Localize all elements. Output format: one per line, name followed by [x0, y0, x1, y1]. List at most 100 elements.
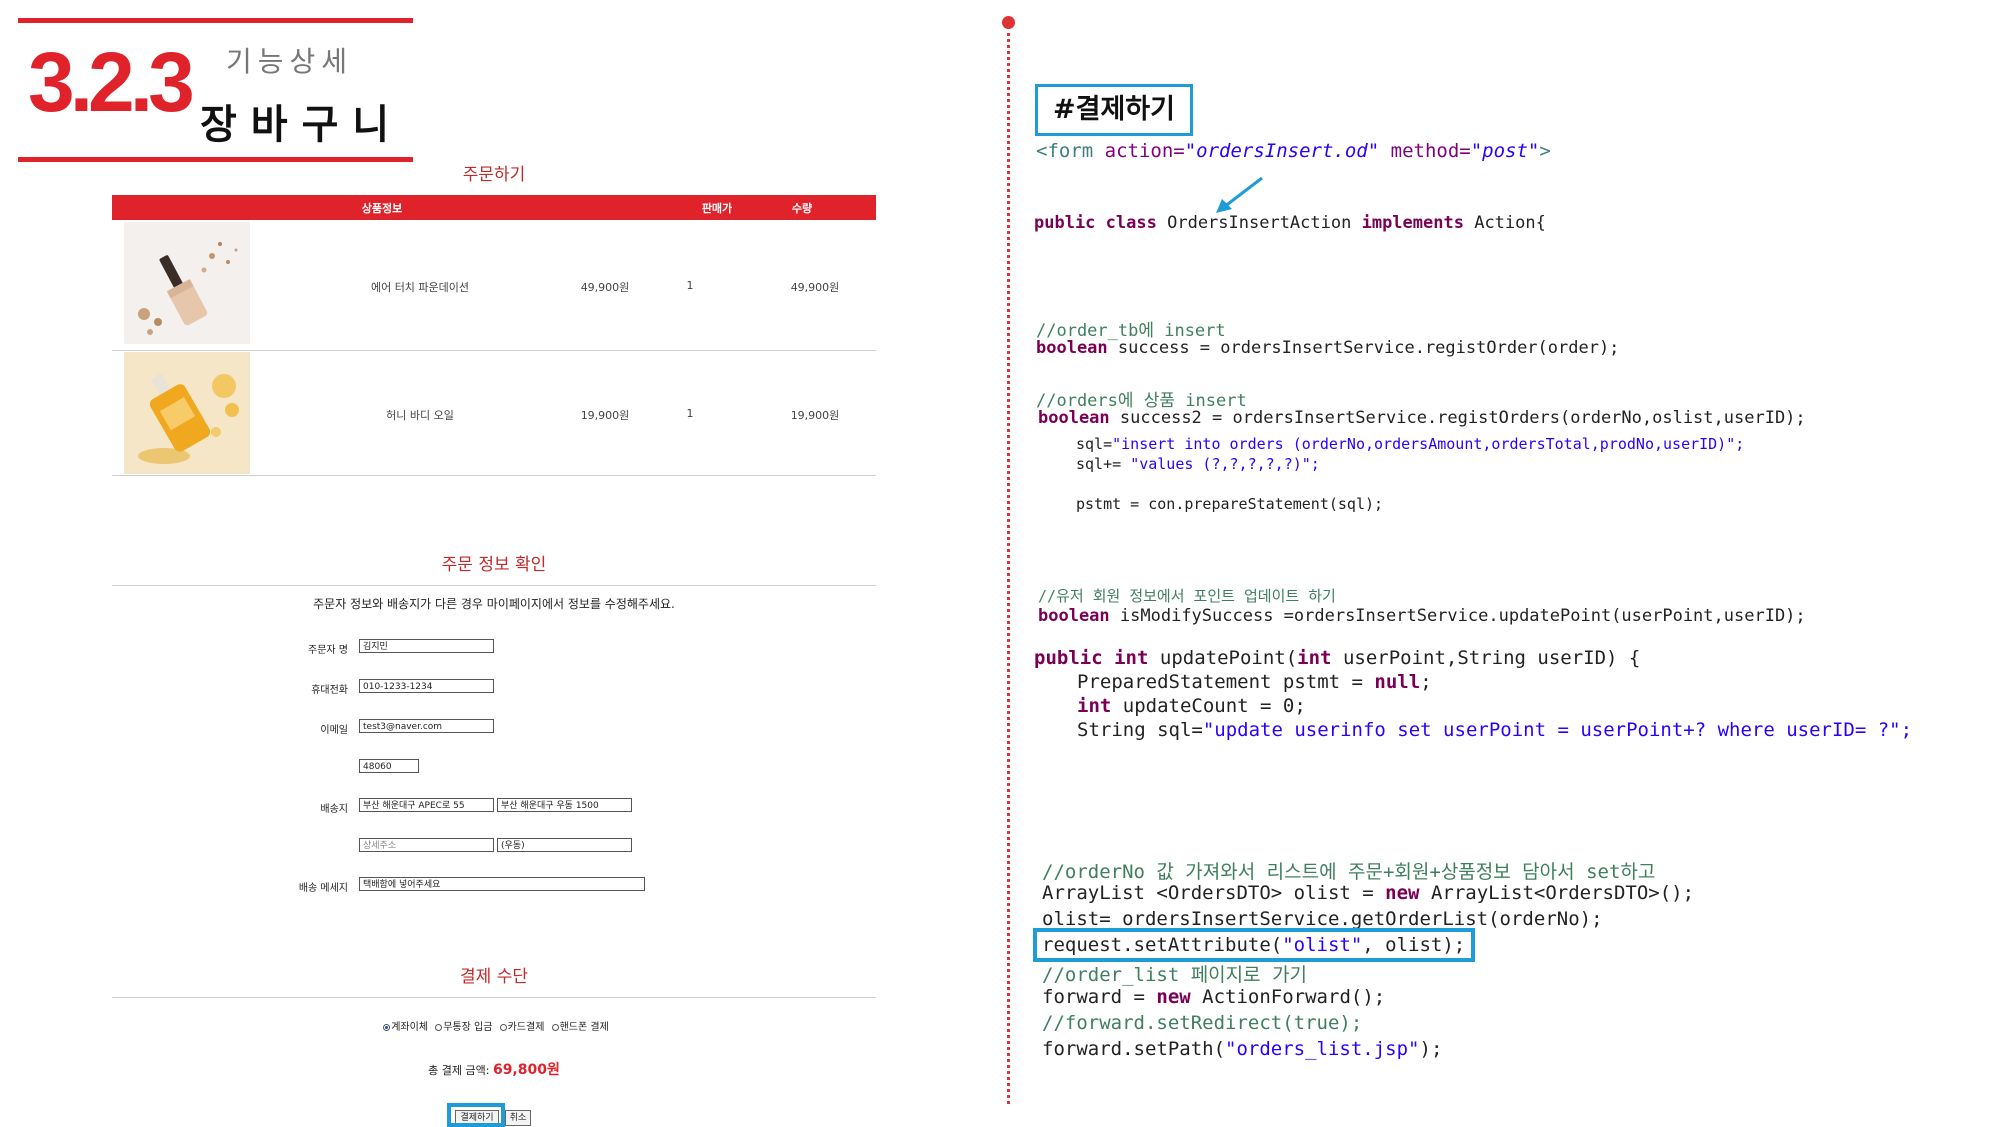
section-title: 장바구니 [200, 102, 404, 148]
code-token: int [1297, 647, 1332, 669]
code-token: boolean [1038, 408, 1110, 428]
cart-item-price: 19,900원 [580, 409, 630, 422]
code-token: int [1114, 647, 1149, 669]
code-comment: //유저 회원 정보에서 포인트 업데이트 하기 [1038, 587, 1336, 605]
col-total: 결제 금액 [904, 202, 950, 215]
cart-item-name: 에어 터치 파운데이션 [370, 281, 470, 294]
info-divider [112, 585, 876, 586]
code-line: sql+= "values (?,?,?,?,?)"; [1076, 455, 1320, 473]
code-token: boolean [1036, 338, 1108, 358]
code-line: forward = new ActionForward(); [1042, 986, 1385, 1008]
code-line: String sql="update userinfo set userPoin… [1077, 719, 1912, 741]
body-oil-bottle-image [124, 352, 250, 474]
code-token: class [1105, 213, 1157, 233]
total-label: 총 결제 금액: [428, 1064, 490, 1077]
section-number: 3.2.3 [28, 35, 195, 129]
code-token: ArrayList<OrdersDTO>(); [1430, 882, 1695, 904]
code-token: "ordersInsert.od" [1184, 140, 1380, 162]
code-token: updatePoint( [1159, 647, 1298, 669]
cart-table-header: 상품정보 판매가 수량 결제 금액 [112, 195, 949, 220]
orderer-name-input[interactable]: 김지민 [359, 639, 494, 653]
code-token: OrdersInsertAction [1167, 213, 1352, 233]
code-token: "insert into orders (orderNo,ordersAmoun… [1112, 435, 1745, 453]
cart-item-name: 허니 바디 오일 [386, 409, 454, 422]
address1-input[interactable]: 부산 해운대구 APEC로 55 [359, 798, 494, 812]
email-label: 이메일 [320, 725, 348, 736]
code-line: boolean success2 = ordersInsertService.r… [1038, 408, 1806, 428]
code-line: ArrayList <OrdersDTO> olist = new ArrayL… [1042, 882, 1694, 904]
code-line: pstmt = con.prepareStatement(sql); [1076, 495, 1384, 513]
order-info-notice: 주문자 정보와 배송지가 다른 경우 마이페이지에서 정보를 수정해주세요. [313, 597, 675, 611]
code-line: sql="insert into orders (orderNo,ordersA… [1076, 435, 1744, 453]
cart-item-total: 19,900원 [790, 409, 840, 422]
foundation-bottle-image [124, 222, 250, 344]
code-token: "update userinfo set userPoint = userPoi… [1202, 719, 1913, 741]
delivery-message-label: 배송 메세지 [298, 883, 348, 894]
section-subtitle: 기능상세 [226, 45, 354, 78]
radio-bank-transfer[interactable] [383, 1023, 391, 1031]
orderer-name-label: 주문자 명 [308, 645, 348, 656]
code-token: isModifySuccess =ordersInsertService.upd… [1119, 606, 1806, 626]
code-token: updateCount = 0; [1122, 695, 1306, 717]
payment-option-label: 계좌이체 [391, 1022, 429, 1033]
payment-method-title: 결제 수단 [460, 967, 528, 987]
code-token: null [1374, 671, 1421, 693]
code-line: olist= ordersInsertService.getOrderList(… [1042, 908, 1603, 930]
code-token: success = ordersInsertService.registOrde… [1117, 338, 1620, 358]
code-token: sql= [1076, 435, 1113, 453]
address-label: 배송지 [320, 804, 348, 815]
email-input[interactable]: test3@naver.com [359, 719, 494, 733]
cart-item-qty: 1 [686, 279, 694, 292]
radio-deposit[interactable] [435, 1023, 443, 1031]
cart-item-qty: 1 [686, 407, 694, 420]
code-class-line: public class OrdersInsertAction implemen… [1034, 213, 1546, 233]
code-token: "orders_list.jsp" [1225, 1038, 1420, 1060]
cart-item-price: 49,900원 [580, 281, 630, 294]
code-comment: //orderNo 값 가져와서 리스트에 주문+회원+상품정보 담아서 set… [1042, 861, 1656, 883]
col-product-info: 상품정보 [361, 202, 403, 215]
cart-row-divider [112, 350, 876, 351]
code-token: Action{ [1474, 213, 1546, 233]
address-detail-input[interactable]: 상세주소 [359, 838, 494, 852]
delivery-message-input[interactable]: 택배함에 넣어주세요 [359, 877, 645, 891]
payment-option-label: 카드결제 [507, 1022, 545, 1033]
payment-option-label: 무통장 입금 [443, 1022, 493, 1033]
order-info-title: 주문 정보 확인 [441, 555, 547, 575]
cancel-button[interactable]: 취소 [505, 1110, 531, 1126]
code-line: forward.setPath("orders_list.jsp"); [1042, 1038, 1442, 1060]
code-token: int [1077, 695, 1112, 717]
code-token: sql+= [1076, 455, 1131, 473]
phone-label: 휴대전화 [311, 685, 348, 696]
order-title: 주문하기 [462, 165, 526, 185]
code-line: boolean isModifySuccess =ordersInsertSer… [1038, 606, 1806, 626]
code-comment: //order_list 페이지로 가기 [1042, 964, 1308, 986]
code-token: forward = [1042, 986, 1157, 1008]
code-token: ActionForward(); [1202, 986, 1386, 1008]
radio-phone[interactable] [551, 1023, 559, 1031]
code-token: method= [1379, 140, 1471, 162]
zipcode-input[interactable]: 48060 [359, 759, 419, 773]
address2-input[interactable]: 부산 해운대구 우동 1500 [497, 798, 632, 812]
phone-input[interactable]: 010-1233-1234 [359, 679, 494, 693]
radio-card[interactable] [499, 1023, 507, 1031]
code-token: public [1034, 647, 1103, 669]
address-extra-input[interactable]: (우동) [497, 838, 632, 852]
code-token: boolean [1038, 606, 1110, 626]
code-token: PreparedStatement pstmt = [1077, 671, 1375, 693]
code-line: int updateCount = 0; [1077, 695, 1306, 717]
col-price: 판매가 [701, 202, 733, 215]
code-line: boolean success = ordersInsertService.re… [1036, 338, 1619, 358]
code-token: action= [1093, 140, 1185, 162]
total-value: 69,800원 [492, 1062, 560, 1078]
total-amount: 총 결제 금액: 69,800원 [112, 1059, 876, 1079]
code-comment: //forward.setRedirect(true); [1042, 1012, 1363, 1034]
code-token: userPoint,String userID) { [1342, 647, 1641, 669]
payment-options: 계좌이체 무통장 입금 카드결제 핸드폰 결제 [112, 1018, 876, 1033]
code-token: > [1539, 140, 1551, 162]
code-token: <form [1036, 140, 1094, 162]
code-token: public [1034, 213, 1096, 233]
pay-button-highlight [447, 1103, 505, 1127]
header-top-rule [18, 18, 413, 23]
code-section-title: #결제하기 [1035, 84, 1193, 136]
payment-option-label: 핸드폰 결제 [559, 1022, 609, 1033]
